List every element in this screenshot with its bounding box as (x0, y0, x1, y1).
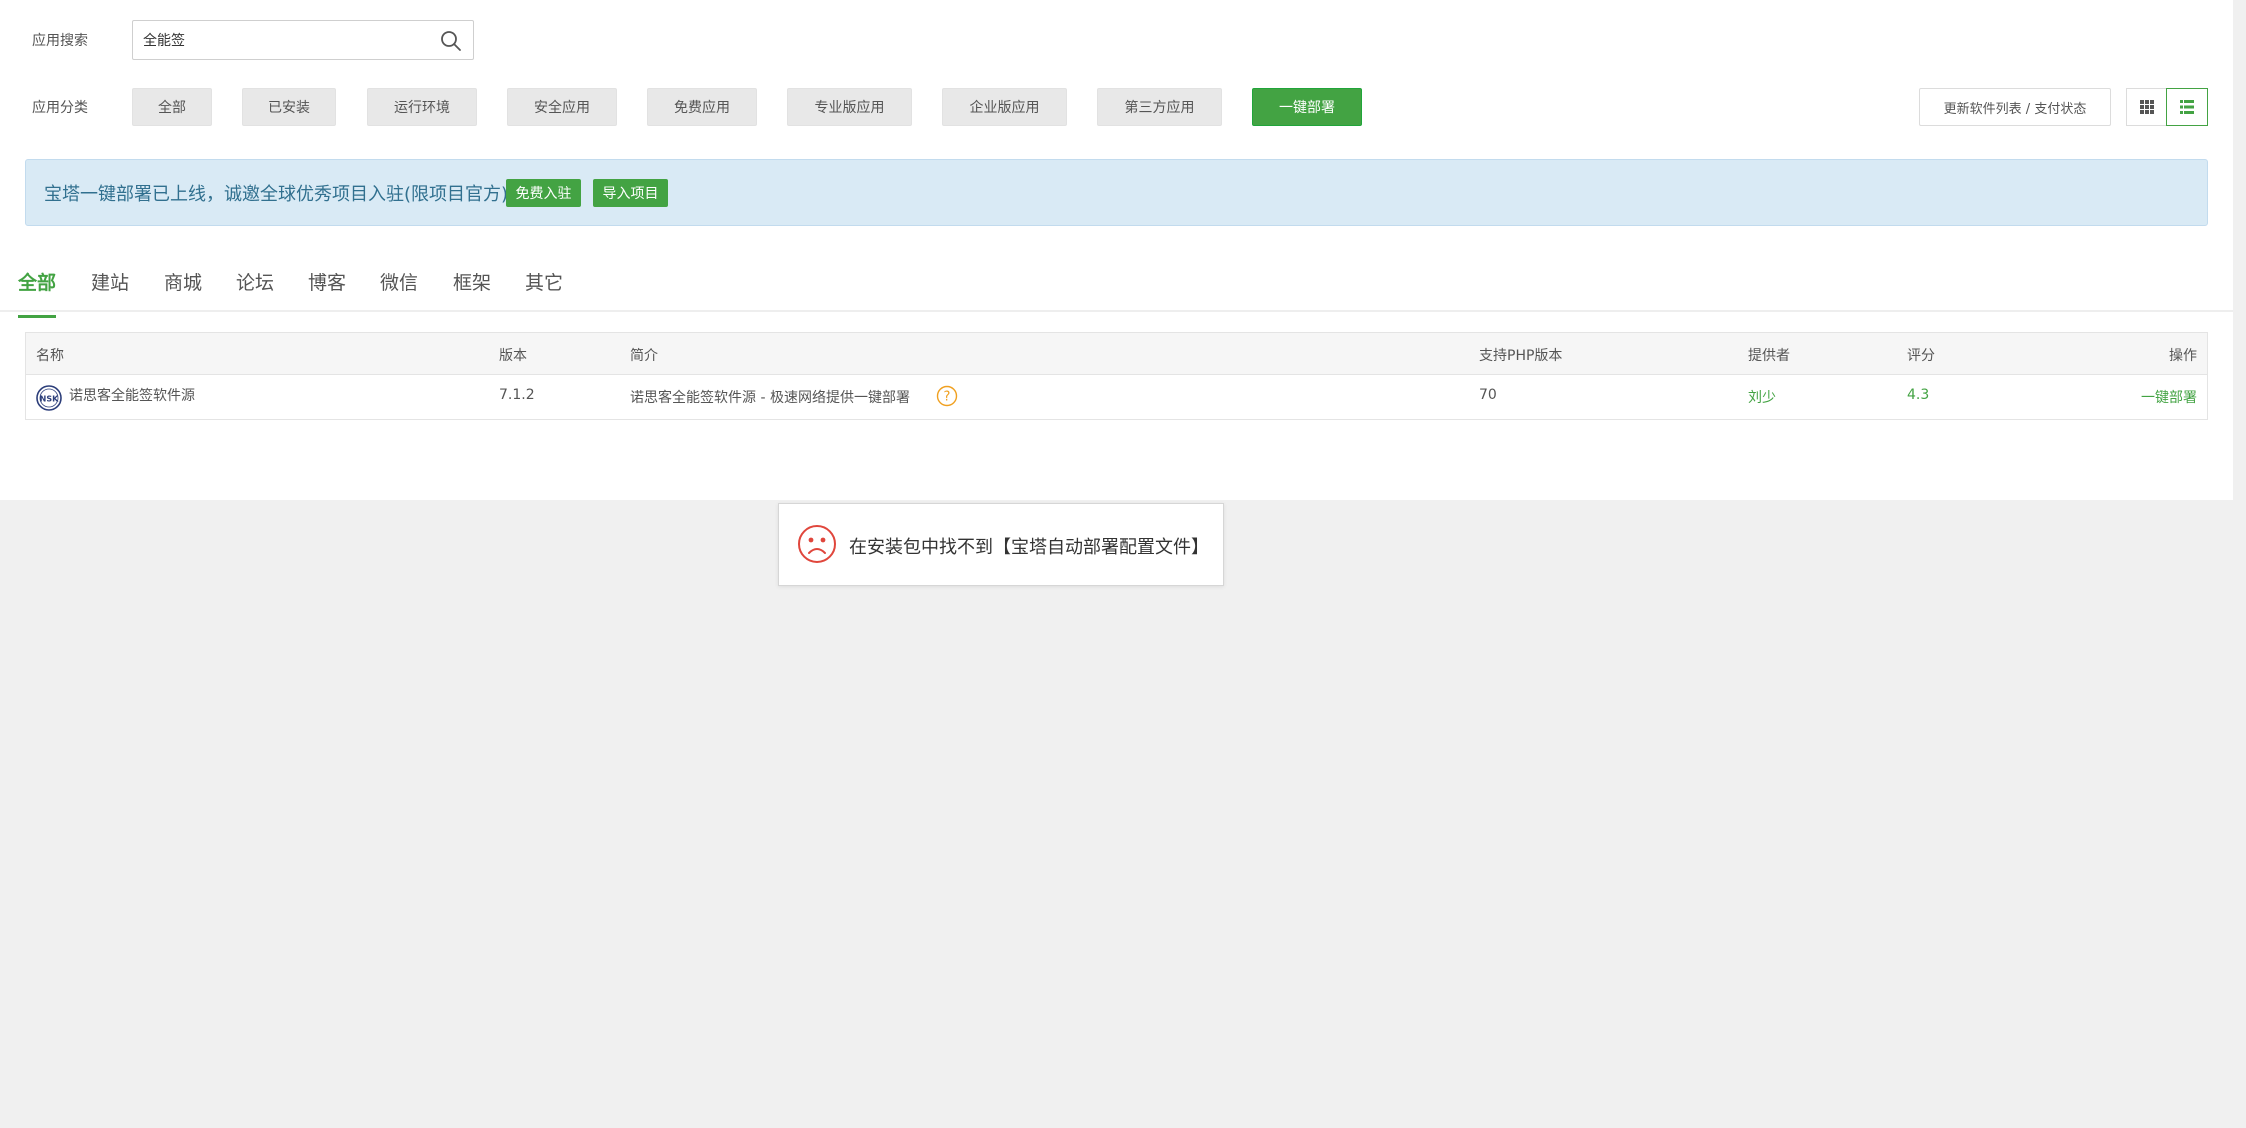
category-security-button[interactable]: 安全应用 (507, 88, 617, 126)
app-logo-icon: NSK (36, 385, 62, 411)
category-installed-button[interactable]: 已安装 (242, 88, 336, 126)
deploy-table: 名称 版本 简介 支持PHP版本 提供者 评分 操作 NSK 诺思客全能签软件源… (25, 332, 2208, 420)
app-description: 诺思客全能签软件源 - 极速网络提供一键部署 (630, 390, 910, 406)
tab-forum[interactable]: 论坛 (236, 268, 274, 315)
tab-other[interactable]: 其它 (525, 268, 563, 315)
notice-text: 宝塔一键部署已上线，诚邀全球优秀项目入驻(限项目官方) (44, 184, 509, 205)
app-version: 7.1.2 (499, 387, 535, 403)
header-description: 简介 (630, 348, 658, 364)
grid-icon (2140, 100, 2154, 114)
tab-all[interactable]: 全部 (18, 268, 57, 318)
header-name: 名称 (36, 348, 64, 364)
table-header: 名称 版本 简介 支持PHP版本 提供者 评分 操作 (26, 333, 2207, 375)
error-toast: 在安装包中找不到【宝塔自动部署配置文件】 (778, 503, 1224, 586)
update-software-list-button[interactable]: 更新软件列表 / 支付状态 (1919, 88, 2111, 126)
category-free-button[interactable]: 免费应用 (647, 88, 757, 126)
app-score: 4.3 (1907, 387, 1930, 403)
toast-message: 在安装包中找不到【宝塔自动部署配置文件】 (849, 537, 1209, 558)
category-one-click-deploy-button[interactable]: 一键部署 (1252, 88, 1362, 126)
deploy-category-tabs: 全部 建站 商城 论坛 博客 微信 框架 其它 (0, 262, 2233, 318)
search-box[interactable] (132, 20, 474, 60)
search-input[interactable] (143, 21, 433, 59)
app-logo-text: NSK (40, 395, 59, 404)
tab-blog[interactable]: 博客 (308, 268, 346, 315)
list-view-button[interactable] (2166, 88, 2208, 126)
help-icon[interactable]: ? (936, 385, 958, 407)
category-label: 应用分类 (32, 100, 88, 116)
header-version: 版本 (499, 348, 527, 364)
one-click-deploy-link[interactable]: 一键部署 (2141, 387, 2197, 407)
category-pro-button[interactable]: 专业版应用 (787, 88, 912, 126)
app-provider-link[interactable]: 刘少 (1748, 387, 1776, 407)
sad-face-icon (798, 525, 836, 563)
category-all-button[interactable]: 全部 (132, 88, 212, 126)
svg-text:?: ? (944, 390, 951, 405)
app-php-version: 70 (1479, 387, 1497, 403)
category-third-party-button[interactable]: 第三方应用 (1097, 88, 1222, 126)
app-name: 诺思客全能签软件源 (69, 388, 195, 404)
tab-framework[interactable]: 框架 (453, 268, 491, 315)
header-provider: 提供者 (1748, 348, 1790, 364)
software-store-panel: 应用搜索 应用分类 全部 已安装 运行环境 安全应用 免费应用 专业版应用 企业… (0, 0, 2233, 500)
deploy-notice-banner: 宝塔一键部署已上线，诚邀全球优秀项目入驻(限项目官方) 免费入驻 导入项目 (25, 159, 2208, 226)
category-enterprise-button[interactable]: 企业版应用 (942, 88, 1067, 126)
header-action: 操作 (2169, 348, 2197, 364)
tab-website[interactable]: 建站 (91, 268, 129, 315)
search-label: 应用搜索 (32, 33, 88, 49)
search-icon[interactable] (439, 29, 463, 53)
tab-mall[interactable]: 商城 (164, 268, 202, 315)
category-runtime-button[interactable]: 运行环境 (367, 88, 477, 126)
header-score: 评分 (1907, 348, 1935, 364)
tab-wechat[interactable]: 微信 (380, 268, 418, 315)
header-php-version: 支持PHP版本 (1479, 348, 1563, 364)
list-icon (2180, 100, 2194, 114)
import-project-button[interactable]: 导入项目 (593, 179, 668, 207)
grid-view-button[interactable] (2126, 88, 2168, 126)
free-join-button[interactable]: 免费入驻 (506, 179, 581, 207)
